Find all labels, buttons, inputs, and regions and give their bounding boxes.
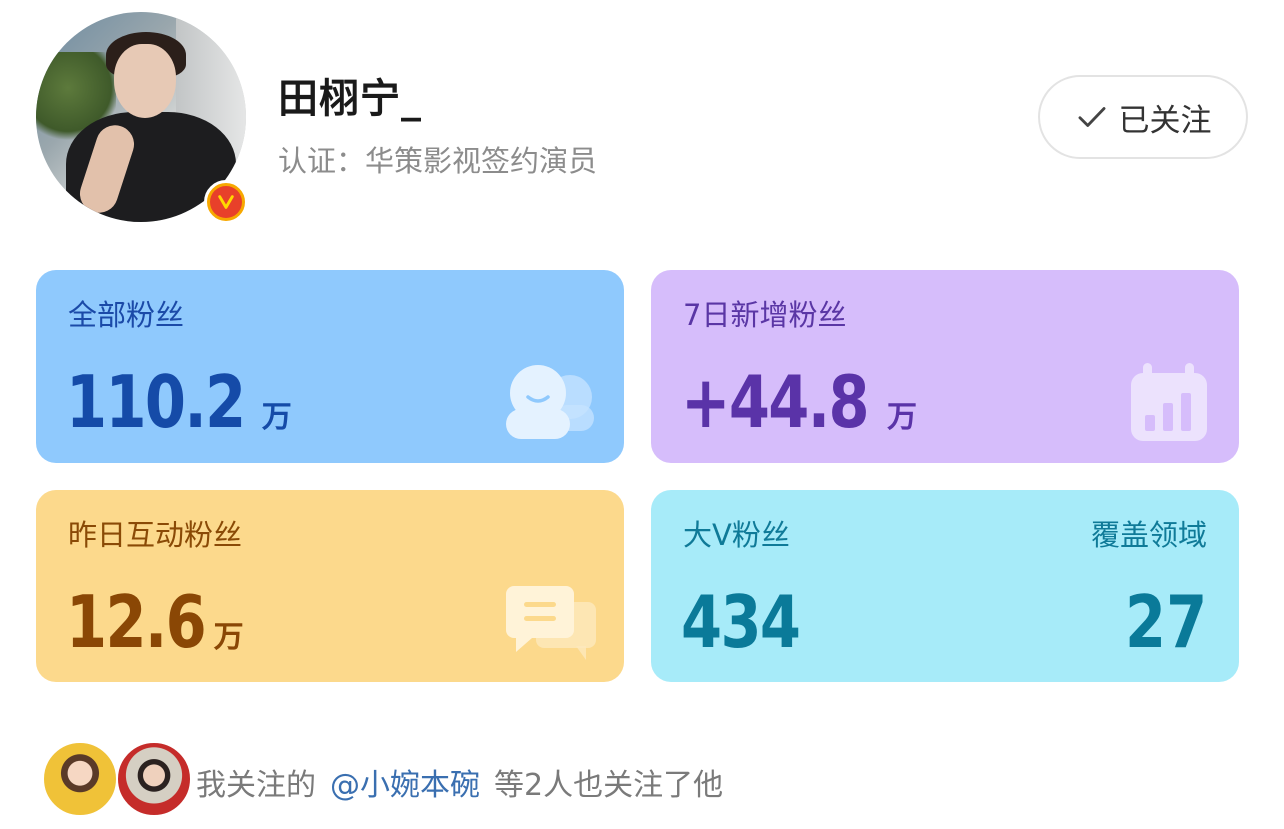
mutual-follow-text: 我关注的 @小婉本碗 等2人也关注了他 — [196, 760, 723, 804]
followed-button[interactable]: 已关注 — [1038, 75, 1248, 159]
bigv-fans-label: 大V粉丝 — [683, 518, 790, 552]
mutual-follow-suffix: 等2人也关注了他 — [494, 768, 724, 803]
mutual-follower-avatar-1[interactable] — [42, 741, 118, 817]
new-fans-7d-label: 7日新增粉丝 — [683, 298, 847, 332]
total-fans-card[interactable]: 全部粉丝 110.2 万 — [36, 270, 624, 463]
new-fans-7d-card[interactable]: 7日新增粉丝 +44.8 万 — [651, 270, 1239, 463]
verified-v-badge-icon — [204, 180, 248, 224]
total-fans-label: 全部粉丝 — [68, 298, 185, 332]
mention-link[interactable]: @小婉本碗 — [330, 768, 480, 803]
coverage-label: 覆盖领域 — [1090, 518, 1207, 552]
yesterday-interact-card[interactable]: 昨日互动粉丝 12.6 万 — [36, 490, 624, 682]
bigv-fans-card[interactable]: 大V粉丝 覆盖领域 434 27 — [651, 490, 1239, 682]
fans-faces-icon — [506, 365, 594, 439]
yesterday-interact-label: 昨日互动粉丝 — [68, 518, 243, 552]
total-fans-value: 110.2 万 — [66, 360, 292, 444]
bar-chart-calendar-icon — [1131, 363, 1207, 441]
mutual-follower-avatar-2[interactable] — [116, 741, 192, 817]
profile-avatar[interactable] — [36, 12, 248, 224]
coverage-value: 27 — [1124, 580, 1207, 664]
profile-username: 田栩宁_ — [278, 76, 422, 122]
new-fans-7d-value: +44.8 万 — [681, 360, 917, 444]
bigv-fans-value: 434 — [681, 580, 801, 664]
check-icon — [1078, 107, 1105, 127]
mutual-follow-prefix: 我关注的 — [196, 768, 316, 803]
followed-button-label: 已关注 — [1118, 102, 1212, 139]
verification-text: 认证：华策影视签约演员 — [278, 144, 598, 178]
yesterday-interact-value: 12.6 万 — [66, 580, 244, 664]
chat-bubbles-icon — [506, 586, 596, 660]
